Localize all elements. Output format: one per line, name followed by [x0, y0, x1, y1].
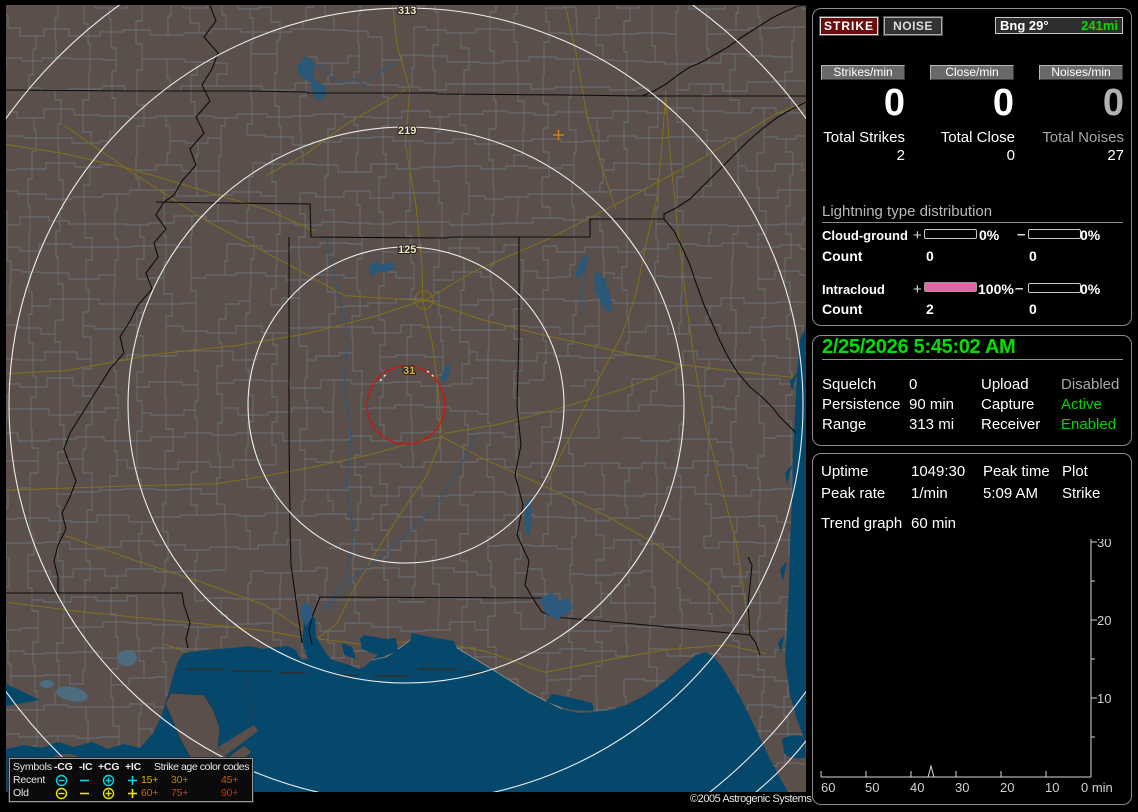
svg-text:313: 313 [398, 5, 416, 17]
svg-text:219: 219 [398, 125, 416, 137]
svg-text:20: 20 [1000, 780, 1014, 795]
svg-text:125: 125 [398, 244, 416, 256]
svg-text:40: 40 [910, 780, 924, 795]
svg-text:10: 10 [1045, 780, 1059, 795]
svg-text:30: 30 [1097, 539, 1111, 550]
svg-text:30: 30 [955, 780, 969, 795]
svg-text:0 min: 0 min [1081, 780, 1113, 795]
svg-text:10: 10 [1097, 691, 1111, 706]
svg-text:31: 31 [403, 365, 415, 377]
svg-text:50: 50 [865, 780, 879, 795]
svg-text:60: 60 [821, 780, 835, 795]
svg-text:20: 20 [1097, 613, 1111, 628]
